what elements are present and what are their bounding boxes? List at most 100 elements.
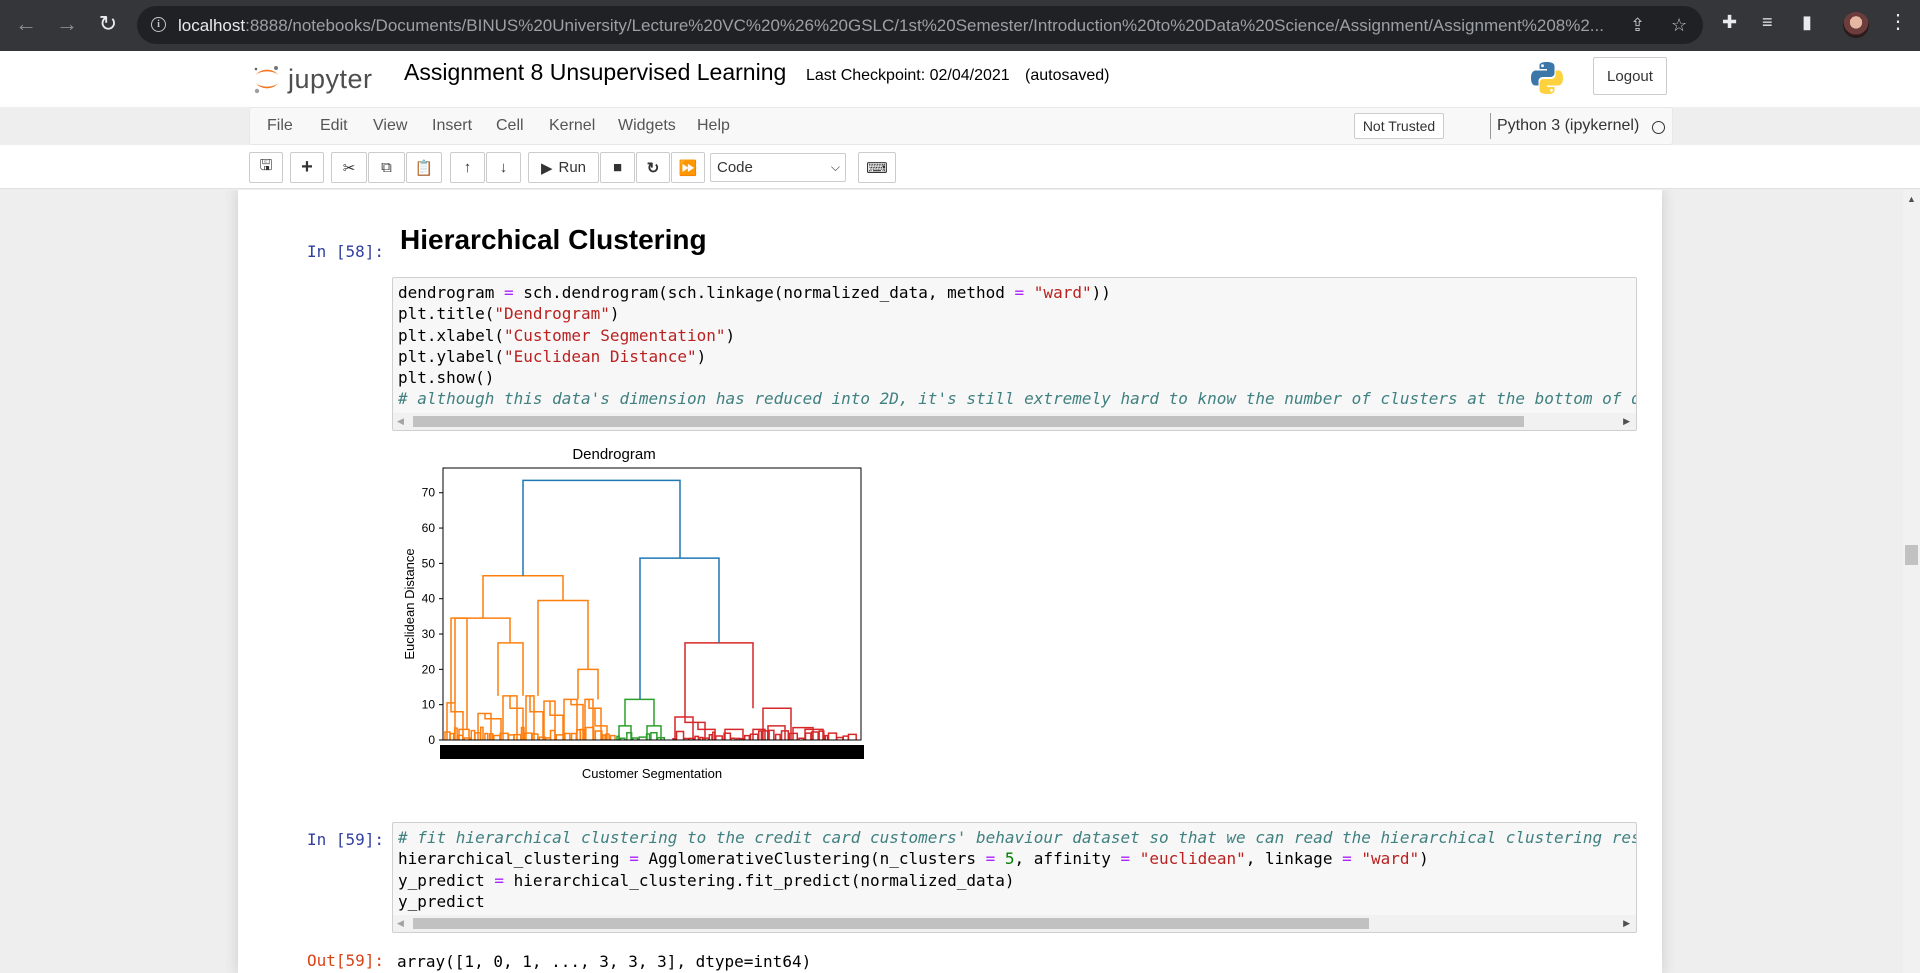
- site-info-icon[interactable]: i: [151, 17, 166, 32]
- dendrogram-link: [493, 734, 501, 740]
- x-tick-labels-overlap: [440, 745, 864, 759]
- y-tick-label: 20: [422, 662, 436, 676]
- notebook-title[interactable]: Assignment 8 Unsupervised Learning: [404, 59, 786, 86]
- menu-insert[interactable]: Insert: [432, 117, 472, 135]
- dendrogram-link: [609, 734, 616, 740]
- chevron-down-icon: ⌵: [830, 160, 840, 174]
- media-control-icon[interactable]: ≡: [1762, 12, 1773, 33]
- not-trusted-button[interactable]: Not Trusted: [1354, 113, 1444, 139]
- cell-59-output-prompt: Out[59]:: [306, 951, 384, 970]
- menu-help[interactable]: Help: [697, 117, 730, 135]
- kernel-divider: [1490, 113, 1491, 139]
- dendrogram-links: [444, 479, 857, 740]
- kernel-name[interactable]: Python 3 (ipykernel): [1497, 117, 1639, 135]
- dendrogram-link: [570, 732, 578, 740]
- cell-59-input[interactable]: # fit hierarchical clustering to the cre…: [392, 822, 1637, 933]
- scroll-right-icon[interactable]: ▶: [1623, 918, 1630, 929]
- copy-button[interactable]: ⧉: [368, 152, 405, 183]
- code-line: plt.xlabel("Customer Segmentation"): [398, 325, 736, 345]
- cut-button[interactable]: ✂: [331, 152, 367, 183]
- command-palette-button[interactable]: ⌨: [858, 152, 896, 183]
- insert-cell-button[interactable]: +: [290, 152, 324, 183]
- dendrogram-link: [479, 726, 484, 740]
- dendrogram-link: [743, 734, 751, 740]
- y-tick-label: 30: [422, 627, 436, 641]
- reload-icon[interactable]: ↻: [94, 10, 122, 38]
- dendrogram-link: [708, 733, 713, 740]
- cell-58-input[interactable]: dendrogram = sch.dendrogram(sch.linkage(…: [392, 277, 1637, 431]
- dendrogram-link: [484, 732, 489, 740]
- cell-58-code: dendrogram = sch.dendrogram(sch.linkage(…: [393, 278, 1636, 410]
- dendrogram-link: [507, 734, 515, 740]
- autosave-status: (autosaved): [1025, 67, 1110, 84]
- url-text[interactable]: localhost:8888/notebooks/Documents/BINUS…: [178, 16, 1628, 36]
- dendrogram-link: [774, 733, 781, 740]
- y-axis-label: Euclidean Distance: [402, 548, 417, 659]
- forward-arrow-icon[interactable]: →: [53, 10, 81, 38]
- scroll-up-icon[interactable]: ▲: [1907, 194, 1916, 204]
- side-panel-icon[interactable]: ▮: [1802, 12, 1812, 33]
- url-host: localhost: [178, 16, 246, 35]
- dendrogram-link: [694, 735, 700, 740]
- menu-kernel[interactable]: Kernel: [549, 117, 595, 135]
- dendrogram-link: [757, 730, 763, 740]
- horizontal-scrollbar[interactable]: ◀ ▶: [393, 413, 1636, 430]
- dendrogram-chart: Dendrogram 0 10 20 30 40 50 60 70 Customer Segm…: [402, 446, 864, 780]
- menu-edit[interactable]: Edit: [320, 117, 348, 135]
- profile-avatar[interactable]: [1843, 12, 1869, 38]
- jupyter-logo[interactable]: jupyter: [252, 59, 373, 99]
- back-arrow-icon[interactable]: ←: [12, 10, 40, 38]
- dendrogram-link: [522, 479, 681, 576]
- save-button[interactable]: 🖫: [249, 152, 283, 183]
- restart-kernel-button[interactable]: ↻: [636, 152, 670, 183]
- y-tick-label: 10: [422, 698, 436, 712]
- address-bar[interactable]: i localhost:8888/notebooks/Documents/BIN…: [137, 6, 1703, 44]
- logout-button[interactable]: Logout: [1593, 57, 1667, 95]
- scrollbar-thumb[interactable]: [413, 416, 1524, 427]
- paste-button[interactable]: 📋: [406, 152, 442, 183]
- scissors-icon: ✂: [342, 159, 356, 177]
- menu-file[interactable]: File: [267, 117, 293, 135]
- dendrogram-link: [824, 734, 829, 740]
- cell-type-value: Code: [717, 159, 753, 176]
- dendrogram-link: [449, 732, 455, 740]
- kernel-idle-indicator-icon: [1652, 121, 1665, 134]
- y-tick-label: 60: [422, 521, 436, 535]
- code-line: plt.title("Dendrogram"): [398, 304, 620, 324]
- dendrogram-link: [675, 730, 685, 740]
- cell-59-output: array([1, 0, 1, ..., 3, 3, 3], dtype=int…: [397, 952, 812, 971]
- markdown-heading[interactable]: Hierarchical Clustering: [400, 224, 707, 256]
- page-vertical-scrollbar[interactable]: ▲: [1903, 190, 1920, 973]
- python-logo-icon: [1531, 62, 1563, 94]
- cell-58-prompt: In [58]:: [306, 242, 384, 261]
- menu-widgets[interactable]: Widgets: [618, 117, 676, 135]
- code-line: y_predict = hierarchical_clustering.fit_…: [398, 870, 1015, 890]
- cell-59-prompt: In [59]:: [306, 830, 384, 849]
- dendrogram-link: [827, 732, 838, 740]
- dendrogram-link: [767, 725, 786, 740]
- scroll-left-icon[interactable]: ◀: [397, 416, 404, 427]
- bookmark-star-icon[interactable]: ☆: [1671, 15, 1687, 36]
- move-down-button[interactable]: ↓: [486, 152, 521, 183]
- horizontal-scrollbar[interactable]: ◀ ▶: [393, 915, 1636, 932]
- scrollbar-thumb[interactable]: [413, 918, 1369, 929]
- restart-run-all-button[interactable]: ⏩: [671, 152, 705, 183]
- interrupt-button[interactable]: ■: [600, 152, 635, 183]
- menu-cell[interactable]: Cell: [496, 117, 524, 135]
- cell-type-select[interactable]: Code ⌵: [710, 153, 846, 182]
- share-icon[interactable]: ⇪: [1630, 15, 1645, 36]
- extensions-puzzle-icon[interactable]: ✚: [1722, 12, 1737, 33]
- run-button[interactable]: ▶ Run: [528, 152, 599, 183]
- save-icon: 🖫: [259, 157, 273, 174]
- url-path: :8888/notebooks/Documents/BINUS%20Univer…: [245, 16, 1604, 35]
- jupyter-logo-icon: [254, 66, 278, 94]
- scroll-right-icon[interactable]: ▶: [1623, 416, 1630, 427]
- move-up-button[interactable]: ↑: [450, 152, 485, 183]
- scroll-left-icon[interactable]: ◀: [397, 918, 404, 929]
- page-scrollbar-thumb[interactable]: [1905, 545, 1918, 565]
- browser-menu-icon[interactable]: ⋮: [1888, 9, 1908, 34]
- dendrogram-link: [531, 733, 539, 740]
- code-line: # although this data's dimension has red…: [398, 389, 1637, 409]
- notebook-toolbar: 🖫 + ✂ ⧉ 📋 ↑ ↓ ▶ Run ■ ↻ ⏩ Code ⌵ ⌨: [0, 145, 1920, 189]
- menu-view[interactable]: View: [373, 117, 407, 135]
